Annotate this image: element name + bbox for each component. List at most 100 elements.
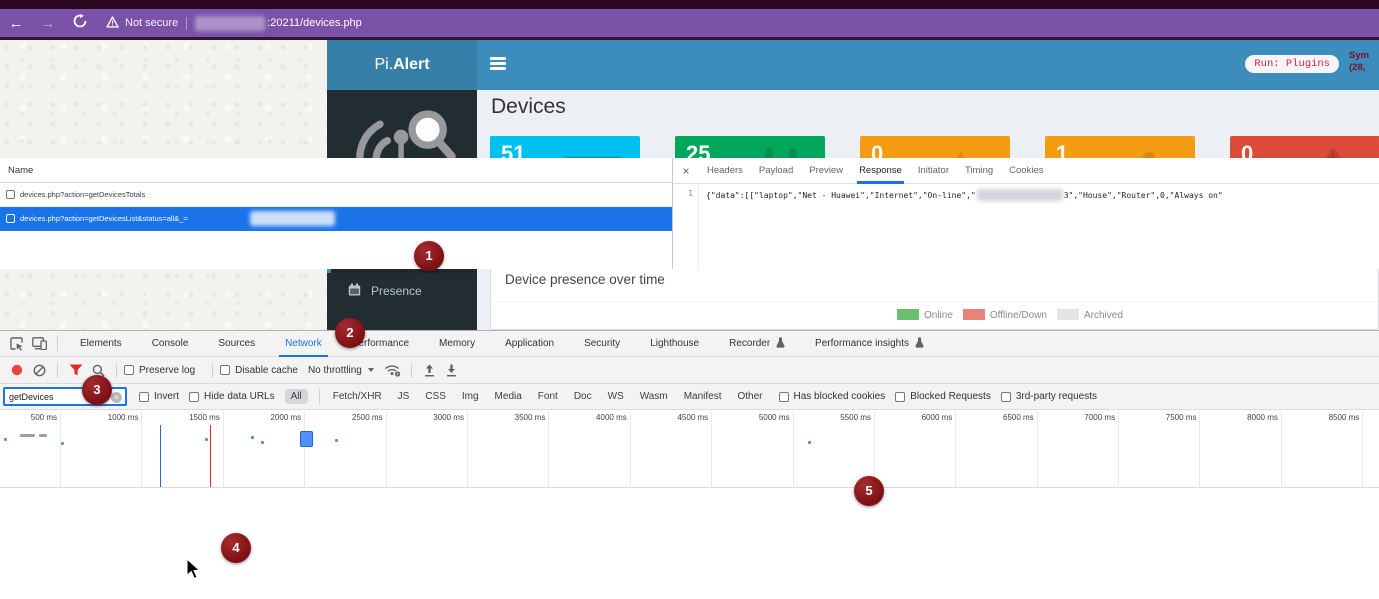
reload-icon[interactable]: [64, 14, 96, 32]
clear-filter-icon[interactable]: ×: [111, 392, 122, 403]
waterfall-dot: [205, 438, 208, 441]
domcontentloaded-marker: [160, 425, 161, 487]
detail-tab-initiator[interactable]: Initiator: [910, 158, 957, 184]
toolbar-divider: [57, 363, 58, 378]
timeline-tick: 6500 ms: [956, 411, 1037, 488]
detail-tab-preview[interactable]: Preview: [801, 158, 851, 184]
sidebar-item-presence[interactable]: Presence: [327, 273, 477, 309]
hamburger-icon[interactable]: [490, 57, 506, 71]
filter-pill-fetch-xhr[interactable]: Fetch/XHR: [327, 389, 388, 404]
url-divider: [186, 17, 187, 30]
has-blocked-cookies-checkbox[interactable]: [779, 392, 789, 402]
legend-swatch-offline: [963, 309, 985, 320]
timeline-tick: 4500 ms: [631, 411, 712, 488]
network-conditions-icon[interactable]: [382, 361, 404, 379]
line-number-gutter: 1: [673, 184, 699, 268]
clear-network-log-icon[interactable]: [28, 361, 50, 379]
filter-pill-js[interactable]: JS: [392, 389, 416, 404]
devtools-panel: Elements Console Sources Network Perform…: [0, 330, 1379, 599]
filter-pill-ws[interactable]: WS: [602, 389, 630, 404]
tab-performance-insights[interactable]: Performance insights: [800, 331, 939, 357]
detail-tab-timing[interactable]: Timing: [957, 158, 1001, 184]
filter-pill-manifest[interactable]: Manifest: [678, 389, 728, 404]
tab-console[interactable]: Console: [137, 331, 204, 357]
chart-legend: Online Offline/Down Archived: [897, 309, 1123, 321]
third-party-requests-checkbox[interactable]: [1001, 392, 1011, 402]
filter-pill-doc[interactable]: Doc: [568, 389, 598, 404]
invert-label: Invert: [154, 391, 179, 402]
waterfall-dot: [61, 442, 64, 445]
app-logo[interactable]: Pi.Alert: [327, 40, 477, 90]
timeline-tick: 1000 ms: [61, 411, 142, 488]
toolbar-divider: [212, 363, 213, 378]
flask-icon: [915, 337, 924, 348]
timeline-tick: 8000 ms: [1200, 411, 1281, 488]
tab-network[interactable]: Network: [270, 331, 337, 357]
detail-tab-cookies[interactable]: Cookies: [1001, 158, 1051, 184]
device-toolbar-icon[interactable]: [28, 335, 50, 353]
filter-pill-img[interactable]: Img: [456, 389, 485, 404]
throttling-select[interactable]: No throttling: [308, 365, 374, 376]
tab-lighthouse[interactable]: Lighthouse: [635, 331, 714, 357]
toolbar-divider: [319, 389, 320, 404]
response-body[interactable]: 1 {"data":[["laptop","Net - Huawei","Int…: [673, 184, 1379, 268]
import-har-icon[interactable]: [419, 361, 441, 379]
toolbar-divider: [411, 363, 412, 378]
request-checkbox[interactable]: [6, 190, 15, 199]
disable-cache-label: Disable cache: [235, 365, 298, 376]
filter-pill-css[interactable]: CSS: [419, 389, 452, 404]
timeline-tick: 500 ms: [0, 411, 61, 488]
panel-title: Device presence over time: [505, 272, 665, 287]
filter-pill-wasm[interactable]: Wasm: [634, 389, 674, 404]
run-plugins-button[interactable]: Run: Plugins: [1245, 55, 1339, 73]
waterfall-bar: [39, 434, 47, 437]
tab-sources[interactable]: Sources: [203, 331, 270, 357]
close-icon[interactable]: ×: [673, 164, 699, 178]
preserve-log-checkbox[interactable]: [124, 365, 134, 375]
hide-data-urls-checkbox[interactable]: [189, 392, 199, 402]
request-row[interactable]: devices.php?action=getDevicesTotals: [0, 183, 672, 207]
tab-recorder[interactable]: Recorder: [714, 331, 800, 357]
browser-tab-strip: [0, 0, 1379, 9]
blocked-requests-label: Blocked Requests: [910, 391, 991, 402]
tab-memory[interactable]: Memory: [424, 331, 490, 357]
chevron-down-icon: [368, 368, 374, 372]
request-row-selected[interactable]: devices.php?action=getDevicesList&status…: [0, 207, 672, 231]
invert-checkbox[interactable]: [139, 392, 149, 402]
inspect-element-icon[interactable]: [6, 335, 28, 353]
tab-security[interactable]: Security: [569, 331, 635, 357]
annotation-badge-4: 4: [221, 533, 251, 563]
page-title: Devices: [491, 95, 566, 119]
detail-tab-headers[interactable]: Headers: [699, 158, 751, 184]
filter-pill-all[interactable]: All: [285, 389, 308, 404]
filter-pill-other[interactable]: Other: [731, 389, 768, 404]
timeline-tick: 2000 ms: [224, 411, 305, 488]
export-har-icon[interactable]: [441, 361, 463, 379]
network-overview-timeline[interactable]: 500 ms 1000 ms 1500 ms 2000 ms 2500 ms 3…: [0, 411, 1379, 488]
record-icon[interactable]: [6, 361, 28, 379]
blocked-requests-checkbox[interactable]: [895, 392, 905, 402]
back-icon[interactable]: ←: [0, 15, 32, 32]
url-chip[interactable]: Not secure :20211/devices.php: [106, 12, 362, 34]
tab-application[interactable]: Application: [490, 331, 569, 357]
filter-icon[interactable]: [65, 361, 87, 379]
has-blocked-cookies-label: Has blocked cookies: [794, 391, 886, 402]
detail-tab-response[interactable]: Response: [851, 158, 910, 184]
timeline-tick: 8500 ms: [1282, 411, 1363, 488]
forward-icon[interactable]: →: [32, 15, 64, 32]
browser-address-bar: ← → Not secure :20211/devices.php: [0, 9, 1379, 37]
disable-cache-checkbox[interactable]: [220, 365, 230, 375]
response-text: {"data":[["laptop","Net - Huawei","Inter…: [706, 191, 976, 200]
tab-elements[interactable]: Elements: [65, 331, 137, 357]
detail-tab-bar: × Headers Payload Preview Response Initi…: [673, 158, 1379, 184]
screenshot-root: ← → Not secure :20211/devices.php Pi.Ale…: [0, 0, 1379, 599]
filter-pill-media[interactable]: Media: [489, 389, 528, 404]
timeline-tick: 7000 ms: [1038, 411, 1119, 488]
detail-tab-payload[interactable]: Payload: [751, 158, 801, 184]
request-checkbox[interactable]: [6, 214, 15, 223]
filter-pill-font[interactable]: Font: [532, 389, 564, 404]
legend-swatch-archived: [1057, 309, 1079, 320]
request-list-header[interactable]: Name: [0, 158, 672, 183]
toolbar-divider: [116, 363, 117, 378]
third-party-requests-label: 3rd-party requests: [1016, 391, 1097, 402]
